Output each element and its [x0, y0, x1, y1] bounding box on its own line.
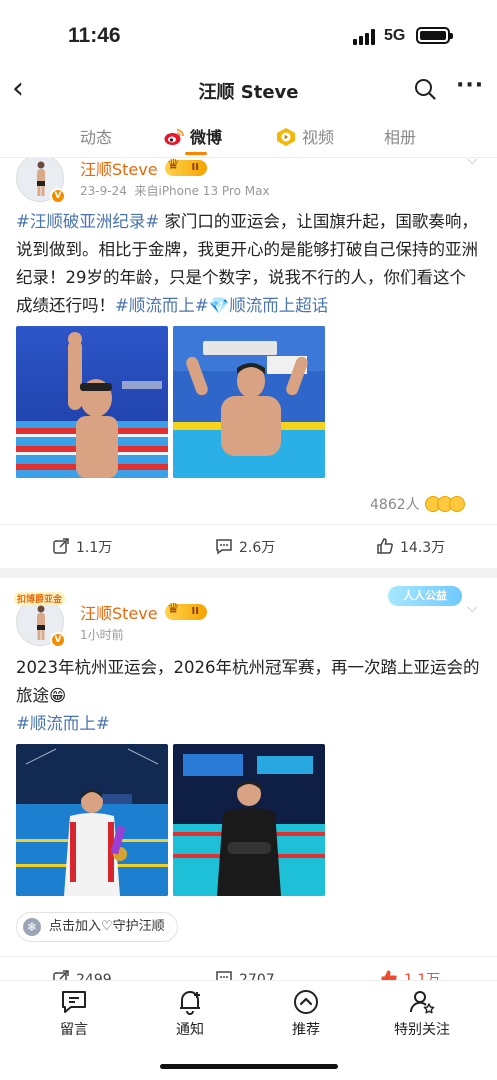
comment-button[interactable]: 2707	[215, 969, 275, 980]
message-icon	[62, 991, 86, 1013]
post-source: 来自iPhone 13 Pro Max	[134, 184, 270, 198]
post-image[interactable]	[16, 326, 168, 478]
message-label: 留言	[60, 1022, 88, 1038]
status-bar: 11:46 5G	[0, 0, 497, 70]
active-tab-indicator	[185, 152, 207, 155]
hashtag[interactable]: #汪顺破亚洲纪录#	[16, 212, 159, 231]
post-actions: 2499 2707 1.1万	[0, 956, 497, 980]
comment-icon	[216, 539, 232, 555]
post-card[interactable]: V 汪顺Steve II 23-9-24 来自iPhone 13 Pro Max…	[0, 158, 497, 568]
username[interactable]: 汪顺Steve	[80, 600, 158, 624]
recommend-button[interactable]: 推荐	[266, 989, 346, 1039]
repost-icon	[53, 538, 69, 554]
more-icon[interactable]: ···	[456, 75, 483, 100]
cellular-signal-icon	[353, 29, 379, 45]
comment-button[interactable]: 2.6万	[215, 537, 275, 557]
verified-badge-icon: V	[50, 632, 66, 648]
verified-badge-icon: V	[50, 188, 66, 204]
comment-count: 2707	[239, 972, 275, 980]
nav-bar: ‹ 汪顺 Steve ···	[0, 70, 497, 110]
avatar-figure	[37, 161, 45, 196]
battery-icon	[416, 27, 453, 44]
tab-dynamic[interactable]: 动态	[80, 124, 112, 148]
avatar-figure	[37, 605, 45, 640]
vip-badge[interactable]: II	[165, 158, 207, 176]
like-count: 1.1万	[404, 972, 441, 980]
post-image[interactable]	[173, 326, 325, 478]
home-indicator	[160, 1064, 338, 1069]
post-date: 23-9-24	[80, 184, 127, 198]
post-actions: 1.1万 2.6万 14.3万	[0, 524, 497, 568]
like-summary[interactable]: 4862人	[370, 494, 465, 514]
weibo-logo-icon	[164, 129, 184, 145]
post-meta: 23-9-24 来自iPhone 13 Pro Max	[80, 182, 270, 199]
join-chip-label: 点击加入♡守护汪顺	[49, 919, 165, 934]
profile-tabs: 动态 微博 视频 相册	[0, 112, 497, 158]
hashtag[interactable]: #顺流而上#	[16, 714, 110, 733]
comment-icon	[216, 971, 232, 980]
repost-count: 1.1万	[76, 540, 113, 556]
tab-video-label: 视频	[302, 128, 335, 147]
feed[interactable]: V 汪顺Steve II 23-9-24 来自iPhone 13 Pro Max…	[0, 158, 497, 980]
recommend-label: 推荐	[292, 1022, 320, 1038]
tab-weibo[interactable]: 微博	[164, 124, 222, 148]
notify-label: 通知	[176, 1022, 204, 1038]
status-time: 11:46	[68, 24, 121, 47]
recommend-icon	[294, 990, 318, 1014]
post-image[interactable]	[16, 744, 168, 896]
vip-badge[interactable]: II	[165, 601, 207, 620]
hashtag[interactable]: #顺流而上#	[115, 296, 209, 315]
supertopic-link[interactable]: 💎顺流而上超话	[209, 296, 329, 315]
repost-icon	[53, 970, 69, 980]
thumbs-up-icon	[381, 970, 397, 980]
post-body: 2023年杭州亚运会，2026年杭州冠军赛，再一次踏上亚运会的旅途😁	[16, 658, 480, 705]
emoji-icon	[448, 496, 465, 512]
like-count: 14.3万	[400, 540, 446, 556]
message-button[interactable]: 留言	[34, 989, 114, 1039]
special-follow-button[interactable]: 特别关注	[382, 989, 462, 1039]
post-text: #汪顺破亚洲纪录# 家门口的亚运会，让国旗升起，国歌奏响，说到做到。相比于金牌，…	[16, 208, 482, 320]
repost-button[interactable]: 2499	[52, 969, 112, 980]
tab-album[interactable]: 相册	[384, 124, 416, 148]
chevron-down-icon[interactable]: ⌵	[467, 600, 478, 616]
post-time: 1小时前	[80, 628, 124, 642]
post-image[interactable]	[173, 744, 325, 896]
like-count-people: 4862人	[370, 497, 420, 513]
username[interactable]: 汪顺Steve	[80, 158, 158, 180]
comment-count: 2.6万	[239, 540, 276, 556]
like-button[interactable]: 1.1万	[380, 969, 440, 980]
avatar-frame-label: 扣博爵亚金	[14, 592, 66, 605]
repost-button[interactable]: 1.1万	[52, 537, 112, 557]
network-type: 5G	[384, 27, 406, 44]
tab-weibo-label: 微博	[190, 128, 223, 147]
special-follow-label: 特别关注	[394, 1022, 450, 1038]
snowflake-icon: ❄	[23, 918, 41, 936]
chevron-down-icon[interactable]: ⌵	[467, 158, 478, 168]
public-welfare-badge[interactable]: 人人公益	[388, 586, 462, 606]
search-icon[interactable]	[414, 78, 436, 100]
post-divider	[0, 568, 497, 578]
tab-video[interactable]: 视频	[276, 124, 334, 148]
bell-plus-icon	[180, 991, 200, 1015]
notify-button[interactable]: 通知	[150, 989, 230, 1039]
thumbs-up-icon	[377, 538, 393, 554]
post-card[interactable]: 扣博爵亚金 V 汪顺Steve II 1小时前 人人公益 ⌵ 2023年杭州亚运…	[0, 578, 497, 980]
join-fan-group-chip[interactable]: ❄ 点击加入♡守护汪顺	[16, 912, 178, 942]
like-button[interactable]: 14.3万	[376, 537, 445, 557]
post-text: 2023年杭州亚运会，2026年杭州冠军赛，再一次踏上亚运会的旅途😁 #顺流而上…	[16, 654, 482, 738]
repost-count: 2499	[76, 972, 112, 980]
user-star-icon	[409, 991, 435, 1014]
video-tab-icon	[277, 128, 295, 146]
